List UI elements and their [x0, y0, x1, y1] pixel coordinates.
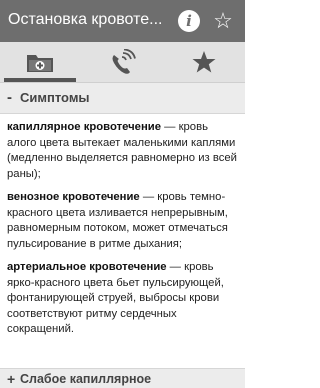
- symptoms-content: капиллярное кровотечение — кровь алого ц…: [7, 120, 239, 346]
- section-title: Симптомы: [20, 90, 90, 105]
- paragraph-arterial: артериальное кровотечение — кровь ярко-к…: [7, 260, 239, 338]
- tab-favorites[interactable]: [164, 42, 244, 82]
- section-header-symptoms[interactable]: - Симптомы: [0, 83, 245, 114]
- term-venous: венозное кровотечение: [7, 191, 140, 203]
- paragraph-capillary: капиллярное кровотечение — кровь алого ц…: [7, 120, 239, 182]
- page-title: Остановка кровоте...: [8, 11, 163, 28]
- term-capillary: капиллярное кровотечение: [7, 121, 161, 133]
- term-arterial: артериальное кровотечение: [7, 261, 167, 273]
- favorite-star-icon[interactable]: ☆: [210, 8, 236, 34]
- collapse-icon: -: [7, 89, 12, 106]
- section-header-weak-capillary[interactable]: + Слабое капиллярное: [0, 368, 245, 388]
- info-icon[interactable]: i: [178, 10, 200, 32]
- paragraph-venous: венозное кровотечение — кровь темно-крас…: [7, 190, 239, 252]
- tab-first-aid[interactable]: [0, 42, 80, 82]
- app-title-bar: Остановка кровоте... i ☆: [0, 0, 245, 42]
- star-icon: [192, 51, 216, 73]
- first-aid-folder-icon: [27, 55, 53, 72]
- expand-icon: +: [7, 371, 16, 387]
- section-title: Слабое капиллярное: [20, 372, 152, 386]
- phone-call-icon: [112, 49, 136, 74]
- tab-emergency-call[interactable]: [82, 42, 162, 82]
- tab-bar: [0, 42, 245, 83]
